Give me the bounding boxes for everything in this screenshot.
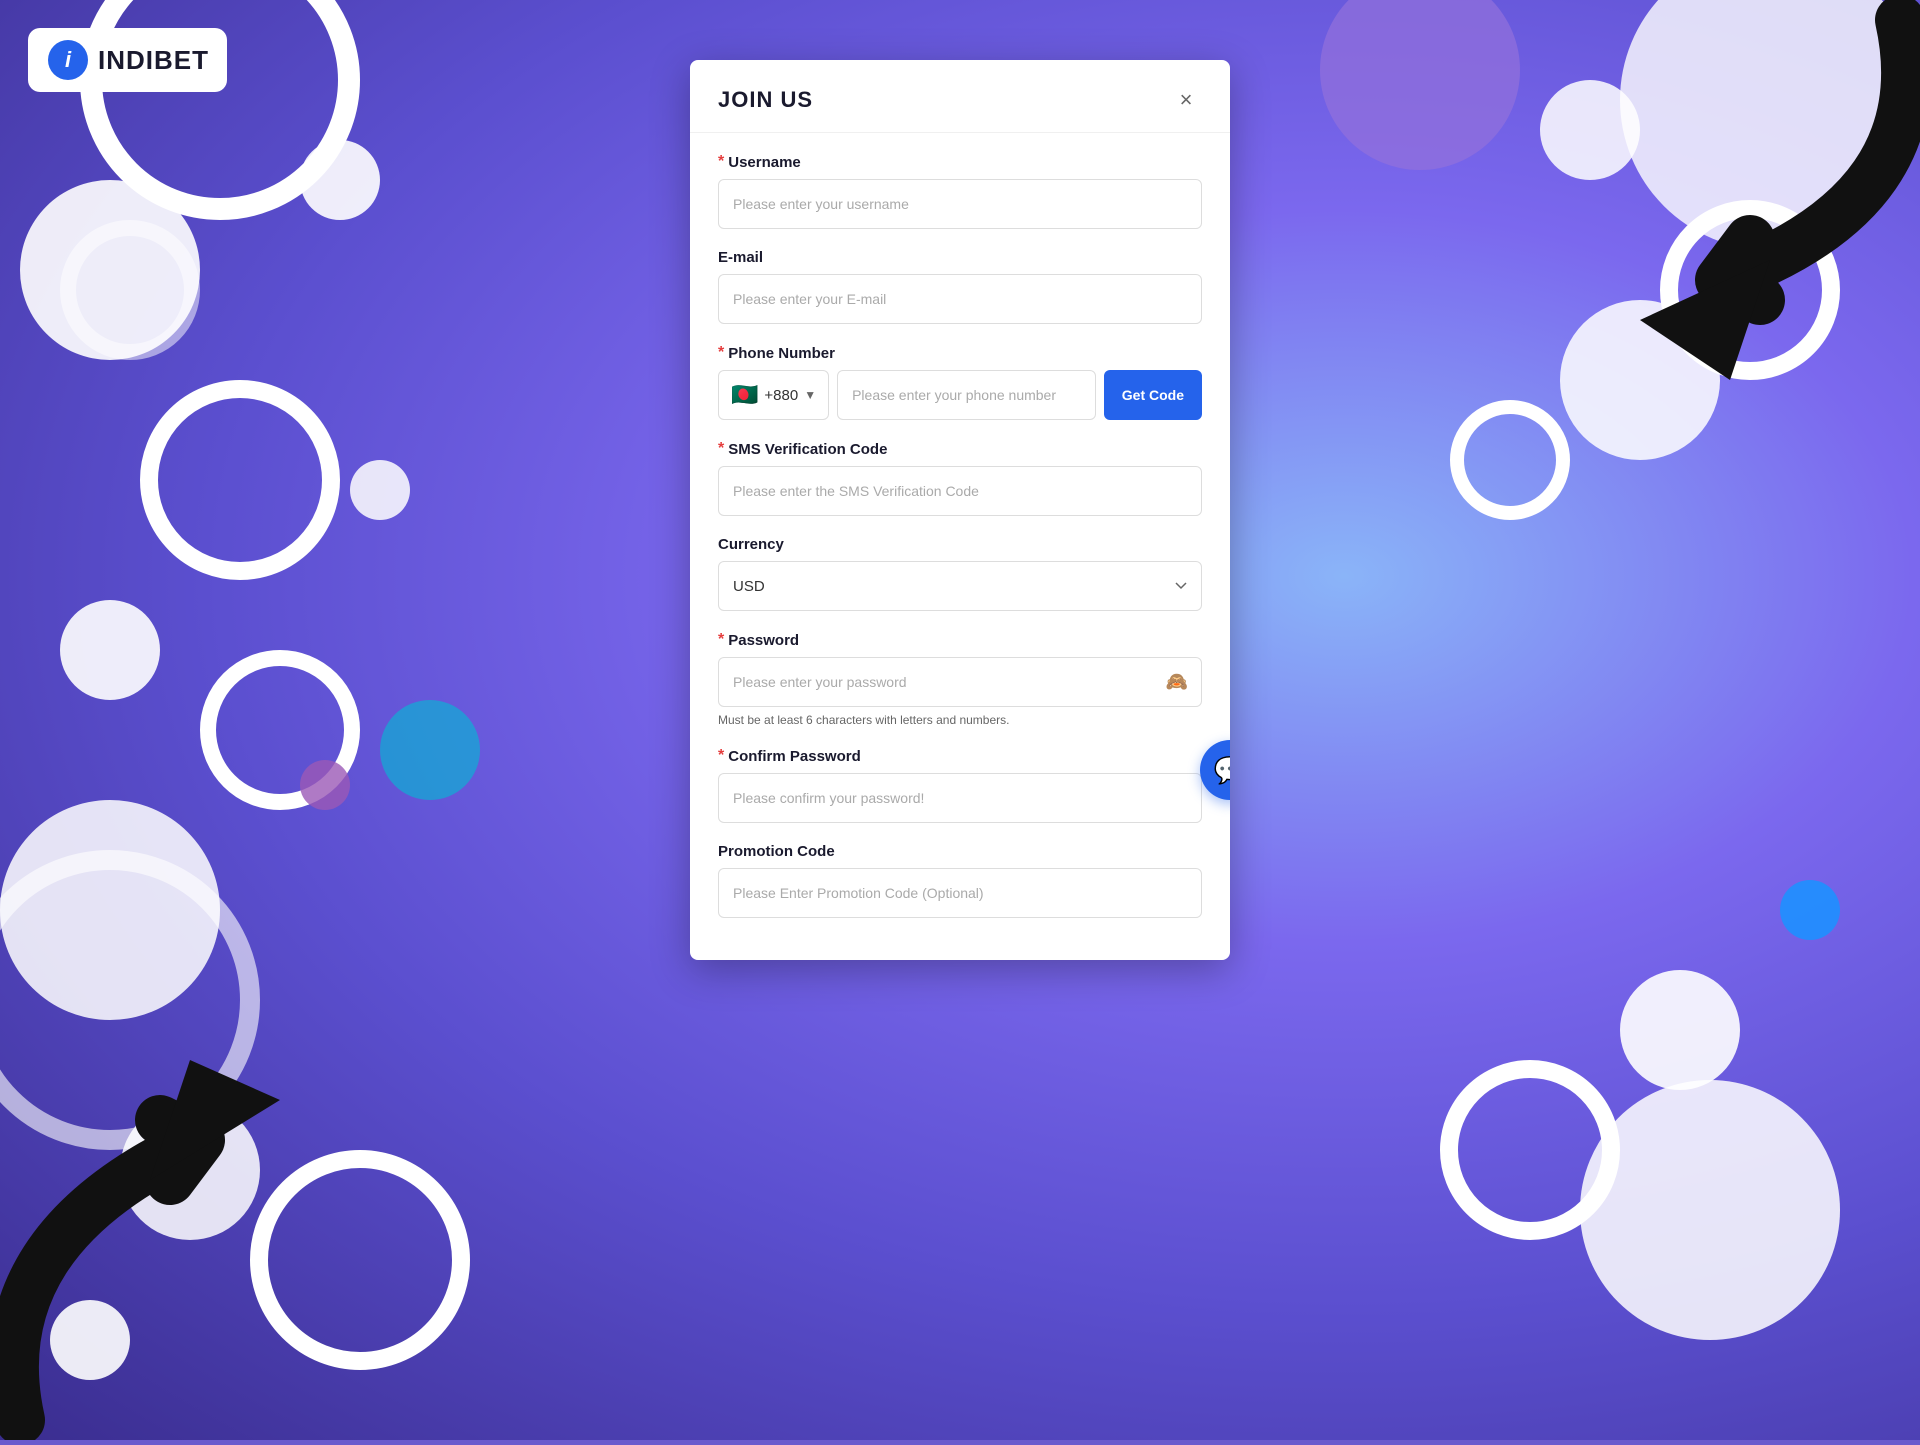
confirm-password-label: * Confirm Password — [718, 747, 1202, 765]
phone-input[interactable] — [837, 370, 1096, 420]
eye-off-icon: 🙈 — [1166, 672, 1188, 692]
sms-required-star: * — [718, 440, 724, 458]
country-code-selector[interactable]: 🇧🇩 +880 ▼ — [718, 370, 829, 420]
promo-group: Promotion Code — [718, 843, 1202, 918]
confirm-password-group: * Confirm Password — [718, 747, 1202, 823]
username-required-star: * — [718, 153, 724, 171]
username-label: * Username — [718, 153, 1202, 171]
phone-group: * Phone Number 🇧🇩 +880 ▼ Get Code — [718, 344, 1202, 420]
password-hint: Must be at least 6 characters with lette… — [718, 713, 1202, 727]
email-group: E-mail — [718, 249, 1202, 324]
password-required-star: * — [718, 631, 724, 649]
username-group: * Username — [718, 153, 1202, 229]
modal-title: JOIN US — [718, 87, 813, 113]
currency-select[interactable]: USD BDT EUR GBP — [718, 561, 1202, 611]
phone-row: 🇧🇩 +880 ▼ Get Code — [718, 370, 1202, 420]
chevron-down-icon: ▼ — [804, 388, 816, 402]
email-label: E-mail — [718, 249, 1202, 266]
password-group: * Password 🙈 Must be at least 6 characte… — [718, 631, 1202, 727]
phone-label: * Phone Number — [718, 344, 1202, 362]
password-input[interactable] — [718, 657, 1202, 707]
password-wrapper: 🙈 — [718, 657, 1202, 707]
sms-group: * SMS Verification Code — [718, 440, 1202, 516]
username-input[interactable] — [718, 179, 1202, 229]
password-toggle-button[interactable]: 🙈 — [1166, 672, 1188, 693]
modal-close-button[interactable]: × — [1170, 84, 1202, 116]
confirm-password-input[interactable] — [718, 773, 1202, 823]
sms-input[interactable] — [718, 466, 1202, 516]
join-modal: JOIN US × * Username E-mail — [690, 60, 1230, 960]
get-code-button[interactable]: Get Code — [1104, 370, 1202, 420]
promo-label: Promotion Code — [718, 843, 1202, 860]
country-code-value: +880 — [764, 387, 798, 404]
email-input[interactable] — [718, 274, 1202, 324]
promo-input[interactable] — [718, 868, 1202, 918]
country-flag: 🇧🇩 — [731, 382, 758, 408]
currency-group: Currency USD BDT EUR GBP — [718, 536, 1202, 611]
phone-required-star: * — [718, 344, 724, 362]
chat-icon: 💬 — [1214, 755, 1230, 786]
currency-label: Currency — [718, 536, 1202, 553]
confirm-required-star: * — [718, 747, 724, 765]
sms-label: * SMS Verification Code — [718, 440, 1202, 458]
modal-header: JOIN US × — [690, 60, 1230, 133]
modal-body: * Username E-mail * Phone Number — [690, 133, 1230, 960]
modal-overlay: JOIN US × * Username E-mail — [0, 0, 1920, 1440]
password-label: * Password — [718, 631, 1202, 649]
